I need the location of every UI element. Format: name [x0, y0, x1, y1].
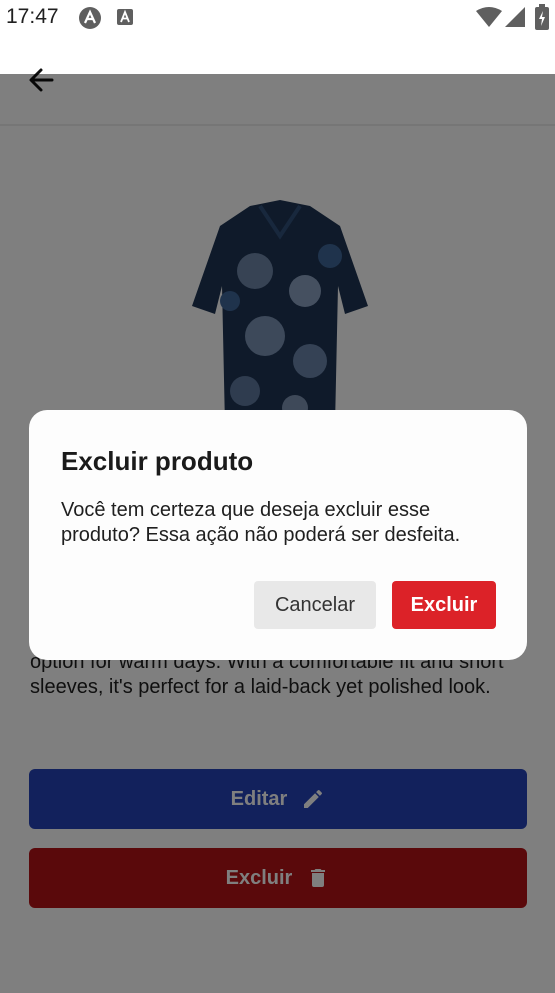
- confirm-delete-dialog: Excluir produto Você tem certeza que des…: [29, 410, 527, 660]
- cancel-button[interactable]: Cancelar: [254, 581, 376, 629]
- status-bar: 17:47: [0, 0, 555, 36]
- cell-signal-icon: [505, 7, 525, 27]
- confirm-delete-button[interactable]: Excluir: [392, 581, 496, 629]
- wifi-icon: [476, 7, 502, 27]
- battery-icon: [535, 4, 549, 30]
- dialog-message: Você tem certeza que deseja excluir esse…: [61, 499, 461, 546]
- app-notification-icon: [79, 7, 101, 29]
- text-notification-icon: [117, 9, 133, 25]
- status-time: 17:47: [6, 5, 59, 28]
- dialog-title: Excluir produto: [61, 446, 254, 476]
